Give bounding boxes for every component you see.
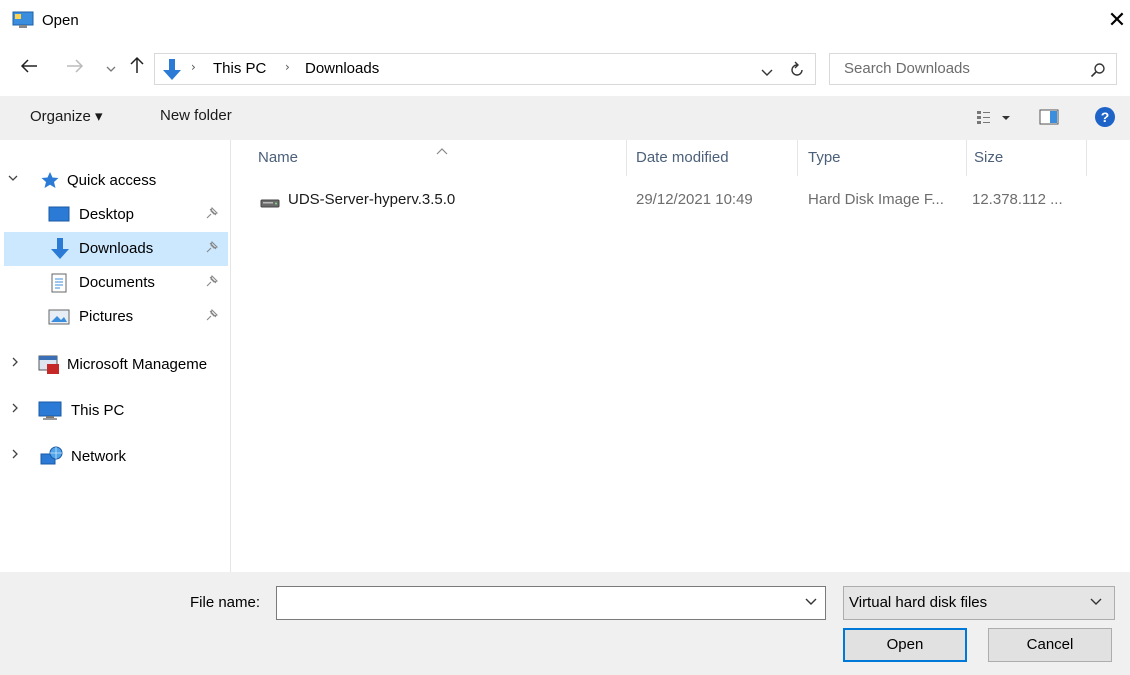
breadcrumb-downloads[interactable]: Downloads — [305, 60, 379, 77]
file-type-filter-select[interactable]: Virtual hard disk files — [843, 586, 1115, 620]
column-divider[interactable] — [626, 140, 627, 176]
management-console-icon — [38, 355, 60, 379]
disk-image-icon — [260, 196, 280, 213]
file-type-filter-value: Virtual hard disk files — [849, 594, 988, 611]
pin-icon[interactable] — [206, 274, 219, 291]
sidebar-item-label: This PC — [71, 402, 125, 419]
title-bar: Open ✕ — [0, 0, 1130, 44]
star-icon — [40, 171, 60, 193]
table-row[interactable]: UDS-Server-hyperv.3.5.0 29/12/2021 10:49… — [232, 184, 1130, 218]
open-button[interactable]: Open — [843, 628, 967, 662]
expand-chevron-icon[interactable] — [10, 356, 20, 371]
sidebar-item-label: Pictures — [79, 308, 134, 325]
app-icon — [12, 11, 34, 29]
cancel-button[interactable]: Cancel — [988, 628, 1112, 662]
search-input[interactable]: Search Downloads — [844, 60, 970, 77]
back-arrow-icon[interactable] — [18, 56, 40, 80]
sidebar-item-quick-access[interactable]: Quick access — [4, 164, 228, 198]
refresh-icon[interactable] — [789, 61, 805, 83]
sidebar-item-desktop[interactable]: Desktop — [4, 198, 228, 232]
sidebar-item-label: Documents — [79, 274, 155, 291]
view-options-icon[interactable] — [976, 110, 1016, 130]
downloads-folder-icon — [161, 58, 183, 86]
pin-icon[interactable] — [206, 308, 219, 325]
svg-text:?: ? — [1101, 109, 1110, 125]
column-header-size[interactable]: Size — [974, 149, 1003, 166]
sidebar-item-network[interactable]: Network — [4, 440, 228, 474]
column-divider[interactable] — [966, 140, 967, 176]
pictures-icon — [48, 309, 70, 329]
column-header-name[interactable]: Name — [258, 149, 298, 166]
downloads-icon — [49, 237, 71, 265]
filter-dropdown-chevron-icon[interactable] — [1090, 594, 1102, 610]
sidebar-item-label: Downloads — [79, 240, 154, 257]
file-name-label: File name: — [190, 594, 261, 611]
up-arrow-icon[interactable] — [126, 56, 148, 80]
breadcrumb-separator-icon: › — [285, 60, 290, 74]
sidebar-item-this-pc[interactable]: This PC — [4, 394, 228, 428]
sidebar-item-pictures[interactable]: Pictures — [4, 300, 228, 334]
sidebar-item-documents[interactable]: Documents — [4, 266, 228, 300]
sidebar-item-label: Quick access — [67, 172, 157, 189]
desktop-icon — [48, 206, 70, 228]
address-bar[interactable]: › This PC › Downloads — [154, 53, 816, 85]
network-icon — [38, 446, 64, 472]
expand-chevron-icon[interactable] — [8, 172, 18, 187]
breadcrumb-this-pc[interactable]: This PC — [213, 60, 266, 77]
column-header-type[interactable]: Type — [808, 149, 841, 166]
computer-icon — [38, 401, 62, 425]
search-icon[interactable] — [1090, 62, 1106, 82]
column-divider[interactable] — [1086, 140, 1087, 176]
help-icon[interactable]: ? — [1094, 106, 1116, 132]
breadcrumb-separator-icon: › — [191, 60, 196, 74]
file-name-field[interactable] — [276, 586, 826, 620]
dialog-footer: File name: Virtual hard disk files Open … — [0, 572, 1130, 675]
sidebar-item-downloads[interactable]: Downloads — [4, 232, 228, 266]
sidebar-item-label: Desktop — [79, 206, 135, 223]
new-folder-button[interactable]: New folder — [160, 107, 232, 124]
search-box[interactable]: Search Downloads — [829, 53, 1117, 85]
file-size-cell: 12.378.112 ... — [972, 191, 1063, 208]
column-header-date[interactable]: Date modified — [636, 149, 729, 166]
documents-icon — [50, 273, 68, 297]
file-type-cell: Hard Disk Image F... — [808, 191, 944, 208]
window-title: Open — [42, 12, 79, 29]
sidebar-item-microsoft-management[interactable]: Microsoft Manageme — [4, 348, 228, 382]
file-list: Name Date modified Type Size UDS-Server-… — [232, 140, 1130, 572]
navigation-bar: › This PC › Downloads Search Downloads — [0, 48, 1130, 92]
close-icon[interactable]: ✕ — [1104, 8, 1130, 34]
command-bar: Organize ▾ New folder ? — [0, 96, 1130, 140]
sort-ascending-icon — [436, 142, 448, 159]
organize-menu-button[interactable]: Organize ▾ — [30, 107, 103, 125]
column-divider[interactable] — [797, 140, 798, 176]
expand-chevron-icon[interactable] — [10, 448, 20, 463]
address-history-chevron-icon[interactable] — [761, 64, 773, 81]
expand-chevron-icon[interactable] — [10, 402, 20, 417]
file-name-dropdown-chevron-icon[interactable] — [805, 594, 817, 610]
pin-icon[interactable] — [206, 206, 219, 223]
recent-locations-chevron-icon[interactable] — [100, 56, 122, 80]
file-date-cell: 29/12/2021 10:49 — [636, 191, 753, 208]
forward-arrow-icon[interactable] — [64, 56, 86, 80]
pin-icon[interactable] — [206, 240, 219, 257]
sidebar-item-label: Network — [71, 448, 127, 465]
preview-pane-icon[interactable] — [1039, 109, 1059, 129]
navigation-pane: Quick access Desktop Downloads Documents — [0, 140, 231, 572]
file-name-cell: UDS-Server-hyperv.3.5.0 — [288, 191, 456, 208]
sidebar-item-label: Microsoft Manageme — [67, 356, 208, 373]
